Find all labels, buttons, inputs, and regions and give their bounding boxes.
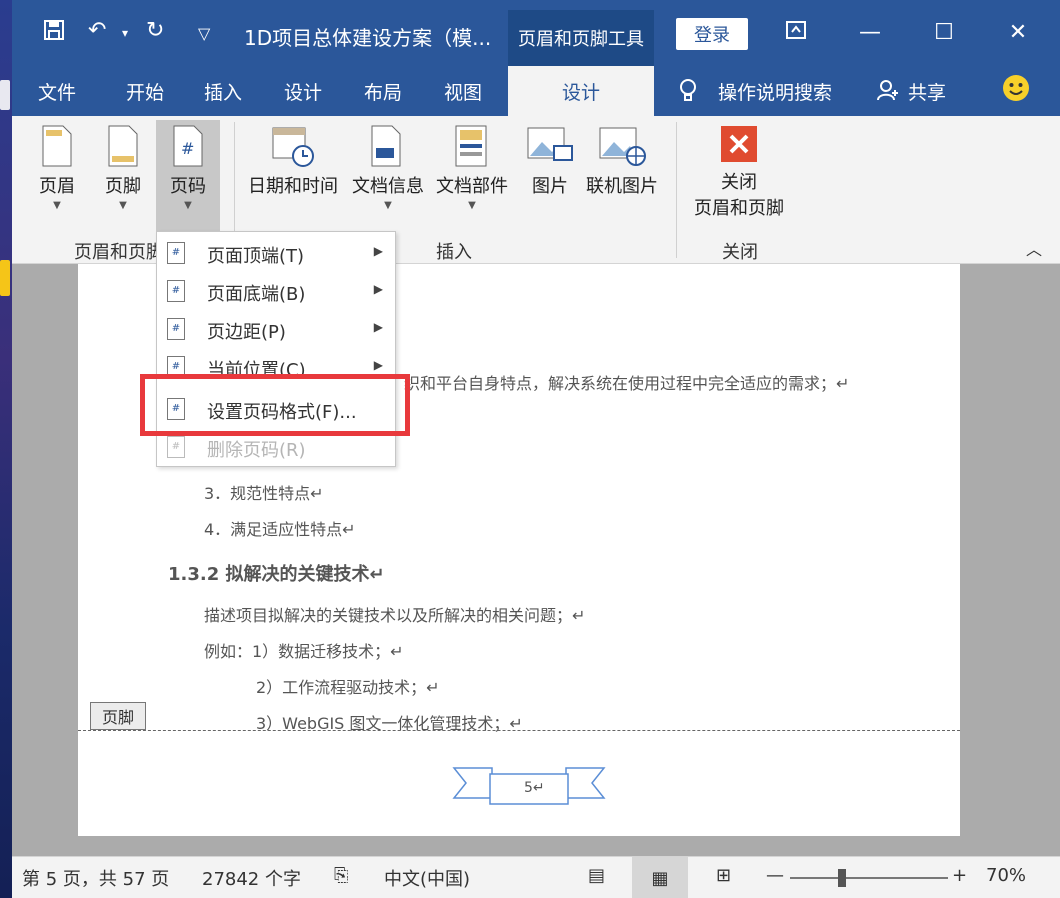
remove-page-number-icon: #: [167, 436, 185, 458]
chevron-down-icon: ▼: [184, 200, 192, 211]
page-bottom-icon: #: [167, 280, 185, 302]
pictures-button[interactable]: 图片: [526, 124, 574, 198]
svg-text:#: #: [181, 139, 194, 158]
customize-toolbar-icon[interactable]: ▽: [198, 24, 210, 43]
login-button[interactable]: 登录: [676, 18, 748, 50]
chevron-down-icon: ▼: [468, 200, 476, 211]
undo-icon[interactable]: ↶: [88, 18, 106, 43]
menu-item-page-margins[interactable]: # 页边距(P) ▶: [157, 310, 397, 348]
word-count[interactable]: 27842 个字: [202, 865, 301, 891]
tab-hf-design[interactable]: 设计: [508, 66, 654, 116]
calendar-clock-icon: [272, 127, 314, 167]
ribbon-display-options-icon[interactable]: [776, 20, 816, 46]
desktop-icon: [0, 80, 10, 110]
close-icon[interactable]: ✕: [998, 20, 1038, 45]
tab-file[interactable]: 文件: [38, 78, 76, 105]
page-number-icon: #: [173, 125, 203, 167]
tab-design[interactable]: 设计: [284, 78, 322, 105]
chevron-right-icon: ▶: [373, 282, 383, 296]
save-icon[interactable]: [42, 18, 66, 42]
online-picture-icon: [599, 127, 646, 166]
group-label-header-footer: 页眉和页脚: [74, 242, 164, 263]
group-label-insert: 插入: [436, 242, 472, 263]
desktop-background: [0, 0, 12, 898]
annotation-highlight-box: [140, 374, 410, 436]
menu-item-bottom-of-page[interactable]: # 页面底端(B) ▶: [157, 272, 397, 310]
body-paragraph[interactable]: 例如：1）数据迁移技术；↵: [204, 638, 404, 662]
web-layout-icon[interactable]: ⊞: [716, 865, 731, 886]
chevron-right-icon: ▶: [373, 320, 383, 334]
section-heading[interactable]: 1.3.2 拟解决的关键技术↵: [168, 560, 385, 586]
page-count[interactable]: 第 5 页，共 57 页: [22, 865, 169, 891]
quick-parts-button[interactable]: 文档部件 ▼: [436, 124, 508, 211]
tab-view[interactable]: 视图: [444, 78, 482, 105]
list-item[interactable]: 3．规范性特点↵: [204, 480, 324, 504]
share-user-icon[interactable]: [876, 78, 900, 107]
document-title: 1D项目总体建设方案（模...: [244, 26, 492, 50]
word-window: ↶ ▾ ↻ ▽ 1D项目总体建设方案（模... 页眉和页脚工具 登录 — ☐ ✕…: [12, 0, 1060, 898]
read-mode-icon[interactable]: ▤: [588, 865, 605, 886]
close-header-footer-button[interactable]: 关闭 页眉和页脚: [694, 124, 784, 220]
header-button[interactable]: 页眉 ▼: [36, 124, 78, 211]
tab-layout[interactable]: 布局: [364, 78, 402, 105]
zoom-slider[interactable]: [790, 877, 948, 879]
page-number-field[interactable]: 5↵: [524, 780, 545, 796]
menu-item-top-of-page[interactable]: # 页面顶端(T) ▶: [157, 234, 397, 272]
desktop-icon: [0, 260, 10, 296]
group-label-close: 关闭: [722, 242, 758, 263]
body-paragraph[interactable]: 描述项目拟解决的关键技术以及所解决的相关问题；↵: [204, 602, 585, 626]
online-pictures-button[interactable]: 联机图片: [586, 124, 658, 198]
zoom-level[interactable]: 70%: [986, 865, 1026, 886]
picture-icon: [527, 127, 573, 161]
page-margin-icon: #: [167, 318, 185, 340]
header-icon: [42, 125, 72, 167]
chevron-down-icon: ▼: [384, 200, 392, 211]
group-divider: [676, 122, 677, 258]
body-paragraph[interactable]: 2）工作流程驱动技术；↵: [256, 674, 440, 698]
redo-icon[interactable]: ↻: [146, 18, 164, 43]
chevron-down-icon: ▼: [119, 200, 127, 211]
footer-icon: [108, 125, 138, 167]
collapse-ribbon-icon[interactable]: ︿: [1026, 236, 1042, 260]
share-button[interactable]: 共享: [908, 78, 946, 105]
title-bar: ↶ ▾ ↻ ▽ 1D项目总体建设方案（模... 页眉和页脚工具 登录 — ☐ ✕: [12, 0, 1060, 66]
zoom-in-icon[interactable]: +: [952, 865, 967, 886]
lightbulb-icon[interactable]: [678, 78, 698, 107]
chevron-right-icon: ▶: [373, 244, 383, 258]
status-bar: 第 5 页，共 57 页 27842 个字 ⎘ 中文(中国) ▤ ▦ ⊞ — +…: [12, 856, 1060, 898]
footer-label-tag: 页脚: [90, 702, 146, 730]
tell-me-search[interactable]: 操作说明搜索: [718, 78, 832, 105]
document-info-button[interactable]: 文档信息 ▼: [352, 124, 424, 211]
minimize-icon[interactable]: —: [850, 20, 890, 45]
header-footer-tools-label: 页眉和页脚工具: [508, 10, 654, 66]
undo-dropdown-icon[interactable]: ▾: [122, 26, 128, 40]
chevron-right-icon: ▶: [373, 358, 383, 372]
list-item[interactable]: 4．满足适应性特点↵: [204, 516, 356, 540]
chevron-down-icon: ▼: [53, 200, 61, 211]
quick-parts-icon: [455, 125, 487, 167]
language-indicator[interactable]: 中文(中国): [384, 865, 470, 891]
page-top-icon: #: [167, 242, 185, 264]
tab-insert[interactable]: 插入: [204, 78, 242, 105]
footer-button[interactable]: 页脚 ▼: [102, 124, 144, 211]
print-layout-icon[interactable]: ▦: [632, 857, 688, 898]
smiley-feedback-icon[interactable]: [1002, 74, 1030, 107]
zoom-out-icon[interactable]: —: [766, 865, 784, 886]
tab-home[interactable]: 开始: [126, 78, 164, 105]
body-text-line[interactable]: 织和平台自身特点，解决系统在使用过程中完全适应的需求；↵: [404, 370, 849, 394]
page-number-button[interactable]: # 页码 ▼: [156, 120, 220, 236]
close-x-icon: [721, 126, 757, 162]
date-time-button[interactable]: 日期和时间: [248, 124, 338, 198]
zoom-slider-thumb[interactable]: [838, 869, 846, 887]
proofing-icon[interactable]: ⎘: [334, 865, 348, 886]
maximize-icon[interactable]: ☐: [924, 20, 964, 45]
footer-boundary: [78, 730, 960, 731]
document-info-icon: [371, 125, 401, 167]
